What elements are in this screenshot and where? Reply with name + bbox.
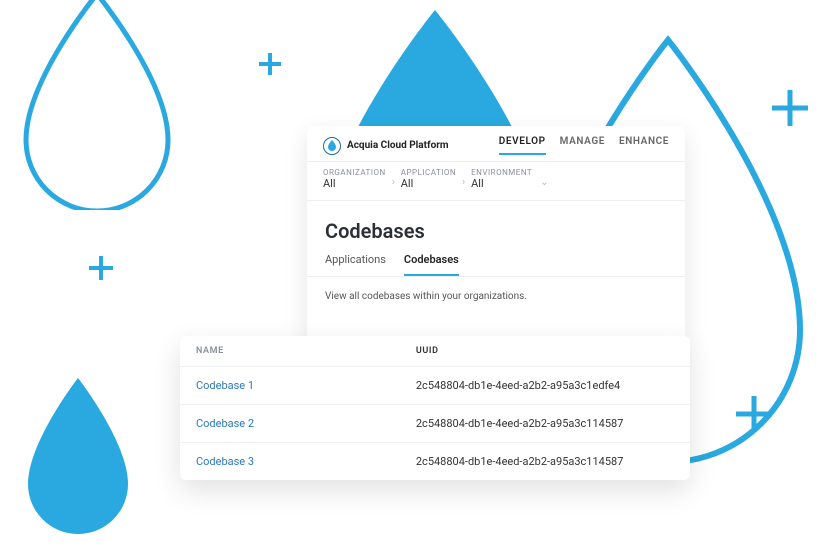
- column-header-name: NAME: [196, 346, 416, 356]
- breadcrumb-value: All: [401, 177, 456, 190]
- codebase-uuid: 2c548804-db1e-4eed-a2b2-a95a3c1edfe4: [416, 379, 674, 392]
- tab-enhance[interactable]: ENHANCE: [619, 136, 669, 155]
- breadcrumb-application[interactable]: APPLICATION All: [401, 168, 456, 190]
- breadcrumb-value: All: [323, 177, 386, 190]
- drop-topleft-outline-icon: [12, 0, 182, 210]
- codebase-uuid: 2c548804-db1e-4eed-a2b2-a95a3c114587: [416, 455, 674, 468]
- table-row: Codebase 1 2c548804-db1e-4eed-a2b2-a95a3…: [180, 366, 690, 404]
- plus-icon: [256, 50, 284, 78]
- codebase-link[interactable]: Codebase 1: [196, 379, 416, 392]
- plus-icon: [730, 390, 778, 438]
- chevron-down-icon[interactable]: ⌄: [540, 177, 548, 190]
- top-nav: DEVELOP MANAGE ENHANCE: [499, 136, 669, 155]
- tab-manage[interactable]: MANAGE: [560, 136, 605, 155]
- drop-logo-icon: [323, 137, 341, 155]
- brand-name: Acquia Cloud Platform: [347, 140, 449, 151]
- table-row: Codebase 3 2c548804-db1e-4eed-a2b2-a95a3…: [180, 442, 690, 480]
- drop-bottomleft-filled-icon: [18, 376, 138, 536]
- plus-icon: [86, 253, 116, 283]
- chevron-right-icon: ›: [392, 177, 395, 190]
- codebase-uuid: 2c548804-db1e-4eed-a2b2-a95a3c114587: [416, 417, 674, 430]
- breadcrumb-label: APPLICATION: [401, 168, 456, 177]
- subtab-codebases[interactable]: Codebases: [404, 253, 459, 276]
- breadcrumb-label: ENVIRONMENT: [471, 168, 532, 177]
- chevron-right-icon: ›: [462, 177, 465, 190]
- codebases-table: NAME UUID Codebase 1 2c548804-db1e-4eed-…: [180, 336, 690, 480]
- table-row: Codebase 2 2c548804-db1e-4eed-a2b2-a95a3…: [180, 404, 690, 442]
- codebase-link[interactable]: Codebase 3: [196, 455, 416, 468]
- brand-logo: Acquia Cloud Platform: [323, 137, 449, 155]
- breadcrumb-environment[interactable]: ENVIRONMENT All: [471, 168, 532, 190]
- page-title: Codebases: [307, 201, 685, 253]
- app-card: Acquia Cloud Platform DEVELOP MANAGE ENH…: [307, 126, 685, 342]
- view-description: View all codebases within your organizat…: [307, 277, 685, 334]
- subtab-applications[interactable]: Applications: [325, 253, 386, 276]
- subtabs: Applications Codebases: [307, 253, 685, 277]
- plus-icon: [766, 84, 814, 132]
- tab-develop[interactable]: DEVELOP: [499, 136, 546, 155]
- topbar: Acquia Cloud Platform DEVELOP MANAGE ENH…: [307, 126, 685, 161]
- column-header-uuid: UUID: [416, 346, 674, 356]
- breadcrumb: ORGANIZATION All › APPLICATION All › ENV…: [307, 161, 685, 201]
- breadcrumb-organization[interactable]: ORGANIZATION All: [323, 168, 386, 190]
- breadcrumb-label: ORGANIZATION: [323, 168, 386, 177]
- table-header-row: NAME UUID: [180, 336, 690, 366]
- codebase-link[interactable]: Codebase 2: [196, 417, 416, 430]
- breadcrumb-value: All: [471, 177, 532, 190]
